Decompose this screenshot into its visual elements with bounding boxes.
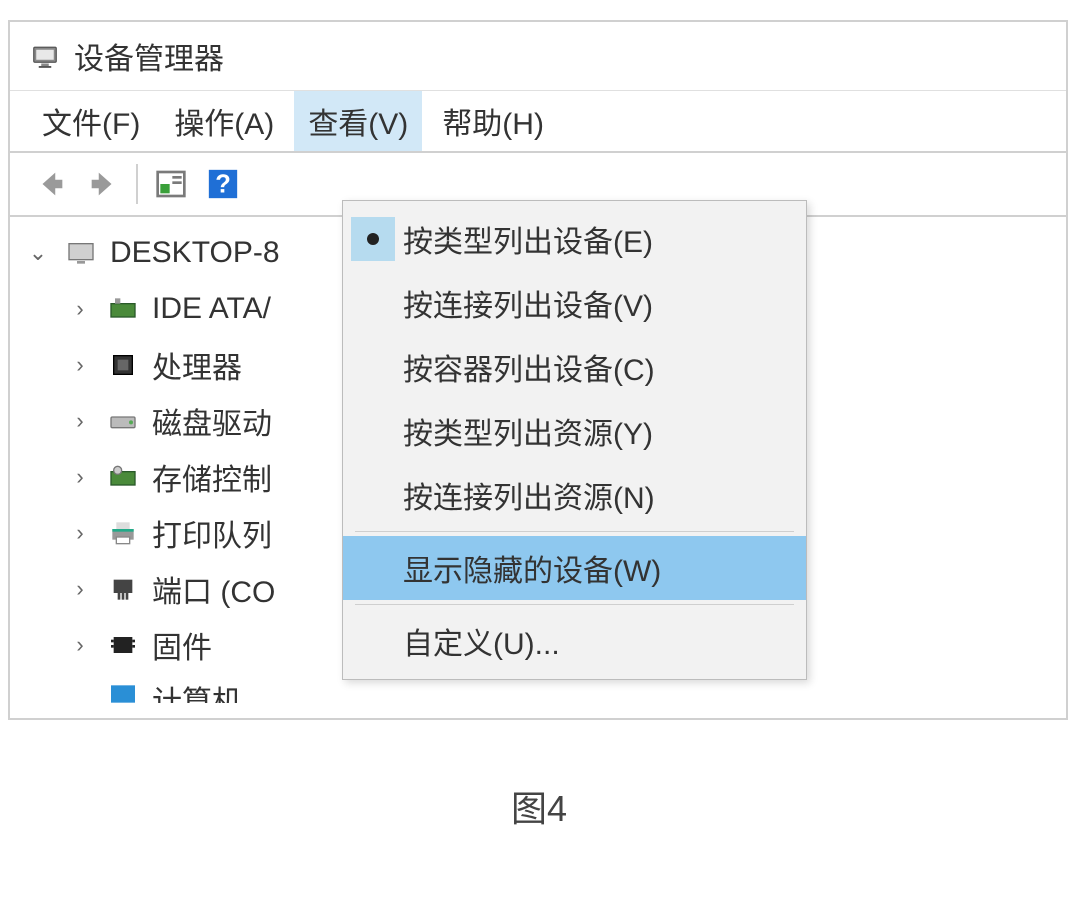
svg-text:?: ? — [215, 171, 231, 199]
forward-button[interactable] — [80, 161, 126, 207]
show-hide-tree-button[interactable] — [148, 161, 194, 207]
menu-item-label: 按类型列出资源(Y) — [403, 409, 653, 453]
expand-icon[interactable]: › — [66, 464, 94, 490]
menu-item-label: 自定义(U)... — [403, 619, 560, 663]
help-button[interactable]: ? — [200, 161, 246, 207]
expand-icon[interactable]: › — [66, 576, 94, 602]
menu-devices-by-container[interactable]: 按容器列出设备(C) — [343, 335, 806, 399]
menu-devices-by-connection[interactable]: 按连接列出设备(V) — [343, 271, 806, 335]
menu-devices-by-type[interactable]: 按类型列出设备(E) — [343, 207, 806, 271]
tree-item-label: 打印队列 — [152, 511, 272, 555]
expand-icon[interactable]: › — [66, 520, 94, 546]
menu-view[interactable]: 查看(V) — [294, 91, 422, 151]
tree-item-label: 计算机 — [152, 677, 242, 703]
menu-help[interactable]: 帮助(H) — [428, 91, 558, 151]
menu-action[interactable]: 操作(A) — [160, 91, 288, 151]
tree-item-label: IDE ATA/ — [152, 292, 271, 326]
tree-item-label: 磁盘驱动 — [152, 399, 272, 443]
tree-root-label: DESKTOP-8 — [110, 236, 280, 270]
device-manager-window: 设备管理器 文件(F) 操作(A) 查看(V) 帮助(H) ? — [8, 20, 1068, 720]
radio-checked-icon — [351, 217, 395, 261]
titlebar: 设备管理器 — [10, 22, 1066, 91]
computer-icon — [62, 234, 100, 272]
view-menu-dropdown: 按类型列出设备(E) 按连接列出设备(V) 按容器列出设备(C) 按类型列出资源… — [342, 200, 807, 680]
menu-customize[interactable]: 自定义(U)... — [343, 609, 806, 673]
toolbar-separator — [136, 164, 138, 204]
tree-item-label: 端口 (CO — [152, 567, 275, 611]
menu-item-label: 按类型列出设备(E) — [403, 217, 653, 261]
expand-icon[interactable]: › — [66, 352, 94, 378]
firmware-icon — [104, 626, 142, 664]
menu-separator — [355, 531, 794, 532]
controller-icon — [104, 290, 142, 328]
menubar: 文件(F) 操作(A) 查看(V) 帮助(H) — [10, 91, 1066, 151]
storage-controller-icon — [104, 458, 142, 496]
monitor-icon — [104, 677, 142, 703]
menu-show-hidden-devices[interactable]: 显示隐藏的设备(W) — [343, 536, 806, 600]
menu-resources-by-connection[interactable]: 按连接列出资源(N) — [343, 463, 806, 527]
device-manager-icon — [28, 39, 62, 73]
expand-icon[interactable]: › — [66, 296, 94, 322]
collapse-icon[interactable]: ⌄ — [24, 240, 52, 266]
menu-item-label: 按连接列出资源(N) — [403, 473, 655, 517]
disk-icon — [104, 402, 142, 440]
back-button[interactable] — [28, 161, 74, 207]
menu-item-label: 按连接列出设备(V) — [403, 281, 653, 325]
expand-icon[interactable]: › — [66, 632, 94, 658]
tree-item-label: 固件 — [152, 623, 212, 667]
tree-item-label: 存储控制 — [152, 455, 272, 499]
menu-item-label: 按容器列出设备(C) — [403, 345, 655, 389]
menu-resources-by-type[interactable]: 按类型列出资源(Y) — [343, 399, 806, 463]
menu-file[interactable]: 文件(F) — [28, 91, 154, 151]
figure-caption: 图4 — [0, 780, 1078, 832]
tree-item-label: 处理器 — [152, 343, 242, 387]
port-icon — [104, 570, 142, 608]
cpu-icon — [104, 346, 142, 384]
menu-item-label: 显示隐藏的设备(W) — [403, 546, 661, 590]
printer-icon — [104, 514, 142, 552]
menu-separator — [355, 604, 794, 605]
window-title: 设备管理器 — [74, 34, 224, 78]
expand-icon[interactable]: › — [66, 408, 94, 434]
